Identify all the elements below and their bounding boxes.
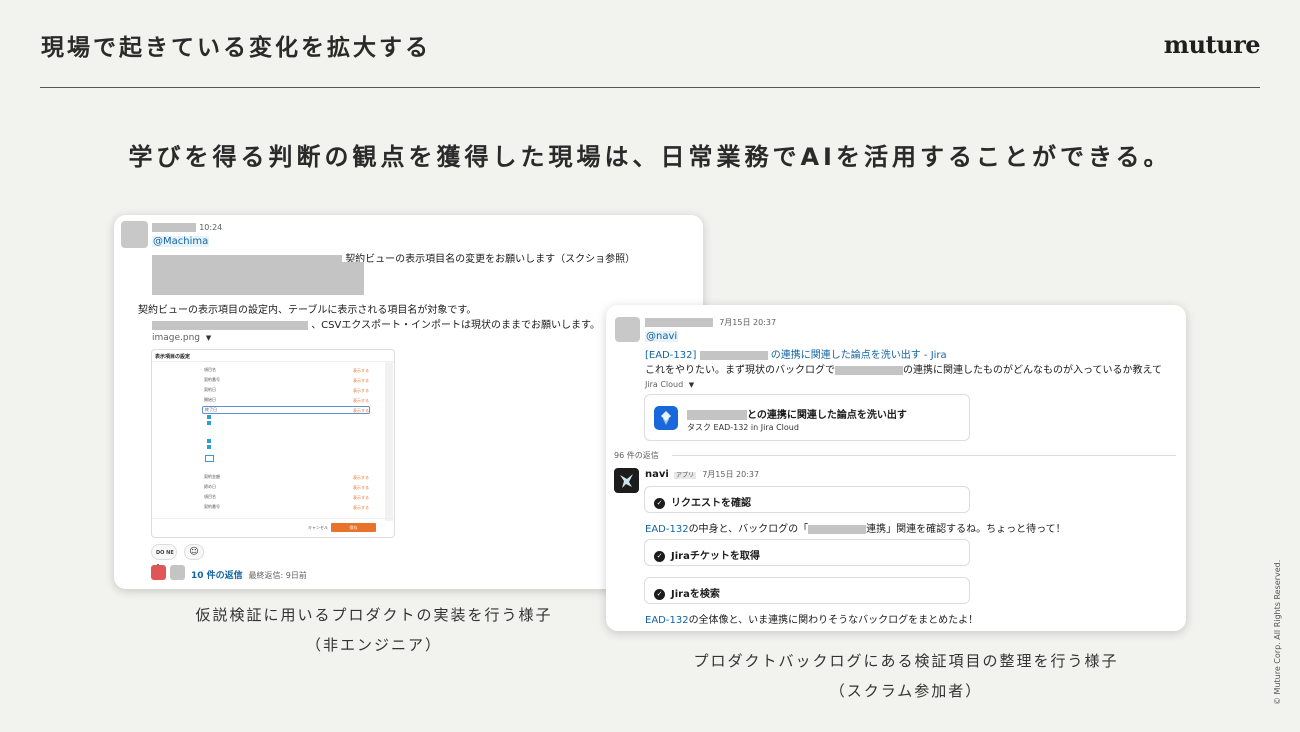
- message-line2: 契約ビューの表示項目の設定内、テーブルに表示される項目名が対象です。: [138, 305, 477, 316]
- navi-bot-avatar: [614, 468, 639, 493]
- image-row: 項目名 表示する: [204, 367, 369, 373]
- unfurl-toggle[interactable]: Jira Cloud ▼: [645, 380, 694, 389]
- drag-handle-icon: [207, 445, 211, 449]
- message-line3: 、CSVエクスポート・インポートは現状のままでお願いします。: [311, 320, 601, 331]
- step-search-jira[interactable]: ✓ Jiraを検索: [644, 577, 970, 604]
- check-icon: ✓: [654, 497, 665, 509]
- add-emoji-icon: ☺: [189, 547, 199, 557]
- mention-navi[interactable]: @navi: [645, 331, 679, 342]
- caption-right: プロダクトバックログにある検証項目の整理を行う様子 （スクラム参加者）: [606, 646, 1206, 706]
- mention-machima[interactable]: @Machima: [152, 236, 210, 247]
- image-save-button: 保存: [331, 523, 376, 532]
- attachment-toggle[interactable]: image.png ▼: [152, 333, 211, 343]
- image-row: 契約番号 表示する: [204, 504, 369, 510]
- redacted-text: [699, 350, 768, 360]
- done-emoji-icon: DO NE: [156, 550, 174, 556]
- chevron-down-icon: ▼: [205, 334, 212, 342]
- attachment-name: image.png: [152, 333, 201, 343]
- redacted-username: [152, 222, 196, 232]
- jira-icon: [654, 406, 678, 430]
- message-header: 10:24: [152, 222, 222, 233]
- image-row: 締め日 表示する: [204, 484, 369, 490]
- unfurl-title: との連携に関連した論点を洗い出す: [687, 406, 907, 421]
- request-message: これをやりたい。まず現状のバックログで の連携に関連したものがどんなものが入ってい…: [645, 365, 1162, 376]
- avatar: [615, 317, 640, 342]
- image-row: 項目名 表示する: [204, 494, 369, 500]
- message-header: 7月15日 20:37: [645, 317, 776, 328]
- bot-message-2: EAD-132の全体像と、いま連携に関わりそうなバックログをまとめたよ！: [645, 615, 979, 626]
- check-icon: ✓: [654, 588, 665, 600]
- drag-handle-icon: [205, 455, 214, 462]
- message-time: 10:24: [199, 223, 223, 232]
- last-reply: 最終返信: 9日前: [248, 571, 307, 580]
- jira-unfurl-card[interactable]: との連携に関連した論点を洗い出す タスク EAD-132 in Jira Clo…: [644, 394, 970, 441]
- caption-left-line1: 仮説検証に用いるプロダクトの実装を行う様子: [195, 606, 553, 624]
- bot-time: 7月15日 20:37: [702, 470, 760, 479]
- step-label: リクエストを確認: [671, 498, 751, 509]
- drag-handle-icon: [207, 421, 211, 425]
- add-reaction-button[interactable]: ☺: [184, 544, 204, 560]
- scrollbar: [385, 361, 393, 521]
- slack-screenshot-right: 7月15日 20:37 @navi [EAD-132] の連携に関連した論点を洗…: [606, 305, 1186, 631]
- app-badge: アプリ: [674, 472, 697, 479]
- copyright: © Muture Corp. All Rights Reserved.: [1273, 559, 1282, 705]
- step-request-confirm[interactable]: ✓ リクエストを確認: [644, 486, 970, 513]
- jira-ticket-link[interactable]: [EAD-132] の連携に関連した論点を洗い出す - Jira: [645, 346, 947, 361]
- ead-132-link[interactable]: EAD-132: [645, 524, 689, 535]
- header-divider: [40, 87, 1260, 88]
- thread-divider: [672, 455, 1176, 456]
- message-time: 7月15日 20:37: [719, 318, 777, 327]
- check-icon: ✓: [654, 550, 665, 562]
- chevron-down-icon: ▼: [688, 381, 695, 389]
- replies-link[interactable]: 10 件の返信: [191, 571, 243, 581]
- bot-name[interactable]: navi: [645, 469, 669, 480]
- redacted-text: [687, 410, 747, 420]
- image-row: 開始日 表示する: [204, 397, 369, 403]
- redacted-text: [808, 524, 867, 534]
- redacted-text: [835, 365, 903, 375]
- brand-logo: muture: [1163, 30, 1261, 59]
- bot-message-1: EAD-132の中身と、バックログの「 連携」関連を確認するね。ちょっと待って！: [645, 524, 1066, 535]
- reply-avatar: [151, 565, 166, 580]
- replies-count: 96 件の返信: [614, 451, 659, 460]
- unfurl-source: Jira Cloud: [645, 380, 684, 389]
- caption-right-line2: （スクラム参加者）: [829, 682, 983, 700]
- redacted-block: [152, 262, 364, 295]
- attached-image[interactable]: 表示項目の設定 項目名 表示する 契約番号 表示する 契約日 表示する 開始日 表示する…: [151, 349, 395, 538]
- headline: 学びを得る判断の観点を獲得した現場は、日常業務でAIを活用することができる。: [128, 143, 1172, 171]
- message-line1: 契約ビューの表示項目名の変更をお願いします（スクショ参照）: [345, 254, 636, 265]
- avatar: [121, 221, 148, 248]
- caption-right-line1: プロダクトバックログにある検証項目の整理を行う様子: [693, 652, 1119, 670]
- image-row: 契約番号 表示する: [204, 377, 369, 383]
- reply-avatar: [170, 565, 185, 580]
- image-row-selected: 終了日 表示する: [202, 406, 370, 414]
- unfurl-subtitle: タスク EAD-132 in Jira Cloud: [687, 423, 799, 432]
- caption-left-line2: （非エンジニア）: [305, 636, 442, 654]
- reaction-done[interactable]: DO NE 1: [151, 544, 177, 571]
- drag-handle-icon: [207, 415, 211, 419]
- bot-message-header: navi アプリ 7月15日 20:37: [645, 469, 759, 480]
- redacted-username: [645, 317, 713, 327]
- image-title: 表示項目の設定: [155, 354, 191, 360]
- step-label: Jiraを検索: [671, 589, 720, 600]
- image-cancel-button: キャンセル: [308, 525, 328, 530]
- step-fetch-jira-ticket[interactable]: ✓ Jiraチケットを取得: [644, 539, 970, 566]
- step-label: Jiraチケットを取得: [671, 551, 760, 562]
- image-row: 契約日 表示する: [204, 387, 369, 393]
- image-row: 契約金額 表示する: [204, 474, 369, 480]
- ead-132-link[interactable]: EAD-132: [645, 615, 689, 626]
- page-title: 現場で起きている変化を拡大する: [41, 35, 431, 61]
- caption-left: 仮説検証に用いるプロダクトの実装を行う様子 （非エンジニア）: [114, 600, 634, 660]
- redacted-text: [152, 320, 308, 330]
- drag-handle-icon: [207, 439, 211, 443]
